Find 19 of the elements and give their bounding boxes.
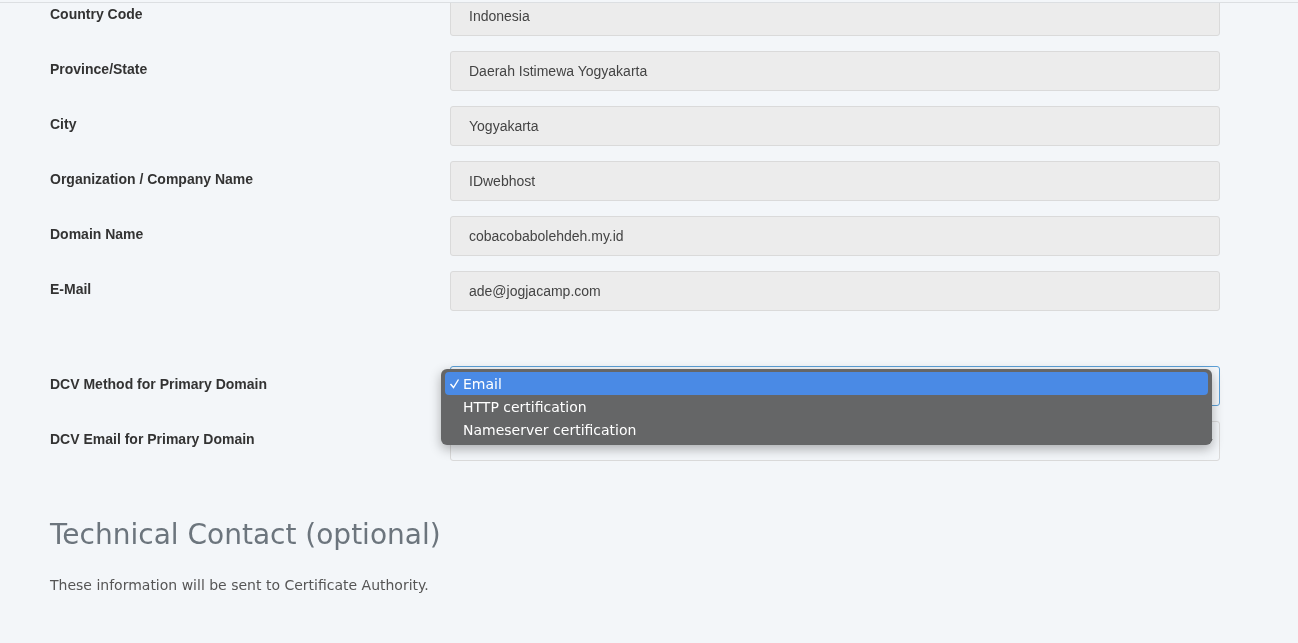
field-label: Organization / Company Name — [50, 170, 255, 187]
field-label: City — [50, 115, 78, 132]
dropdown-option[interactable]: HTTP certification — [445, 395, 1208, 418]
input-field[interactable]: cobacobabolehdeh.my.id — [450, 216, 1220, 256]
field-label: DCV Method for Primary Domain — [50, 375, 269, 392]
field-label: Domain Name — [50, 225, 145, 242]
input-field[interactable]: Indonesia — [450, 3, 1220, 36]
input-field[interactable]: Daerah Istimewa Yogyakarta — [450, 51, 1220, 91]
section-note: These information will be sent to Certificate Authority. — [50, 577, 430, 593]
input-field[interactable]: ade@jogjacamp.com — [450, 271, 1220, 311]
checkmark-icon — [449, 378, 460, 389]
field-label: Country Code — [50, 5, 144, 22]
dropdown-option[interactable]: Nameserver certification — [445, 418, 1208, 441]
field-label: E-Mail — [50, 280, 93, 297]
input-field[interactable]: IDwebhost — [450, 161, 1220, 201]
section-heading: Technical Contact (optional) — [50, 518, 442, 551]
field-label: DCV Email for Primary Domain — [50, 430, 256, 447]
field-label: Province/State — [50, 60, 149, 77]
input-field[interactable]: Yogyakarta — [450, 106, 1220, 146]
